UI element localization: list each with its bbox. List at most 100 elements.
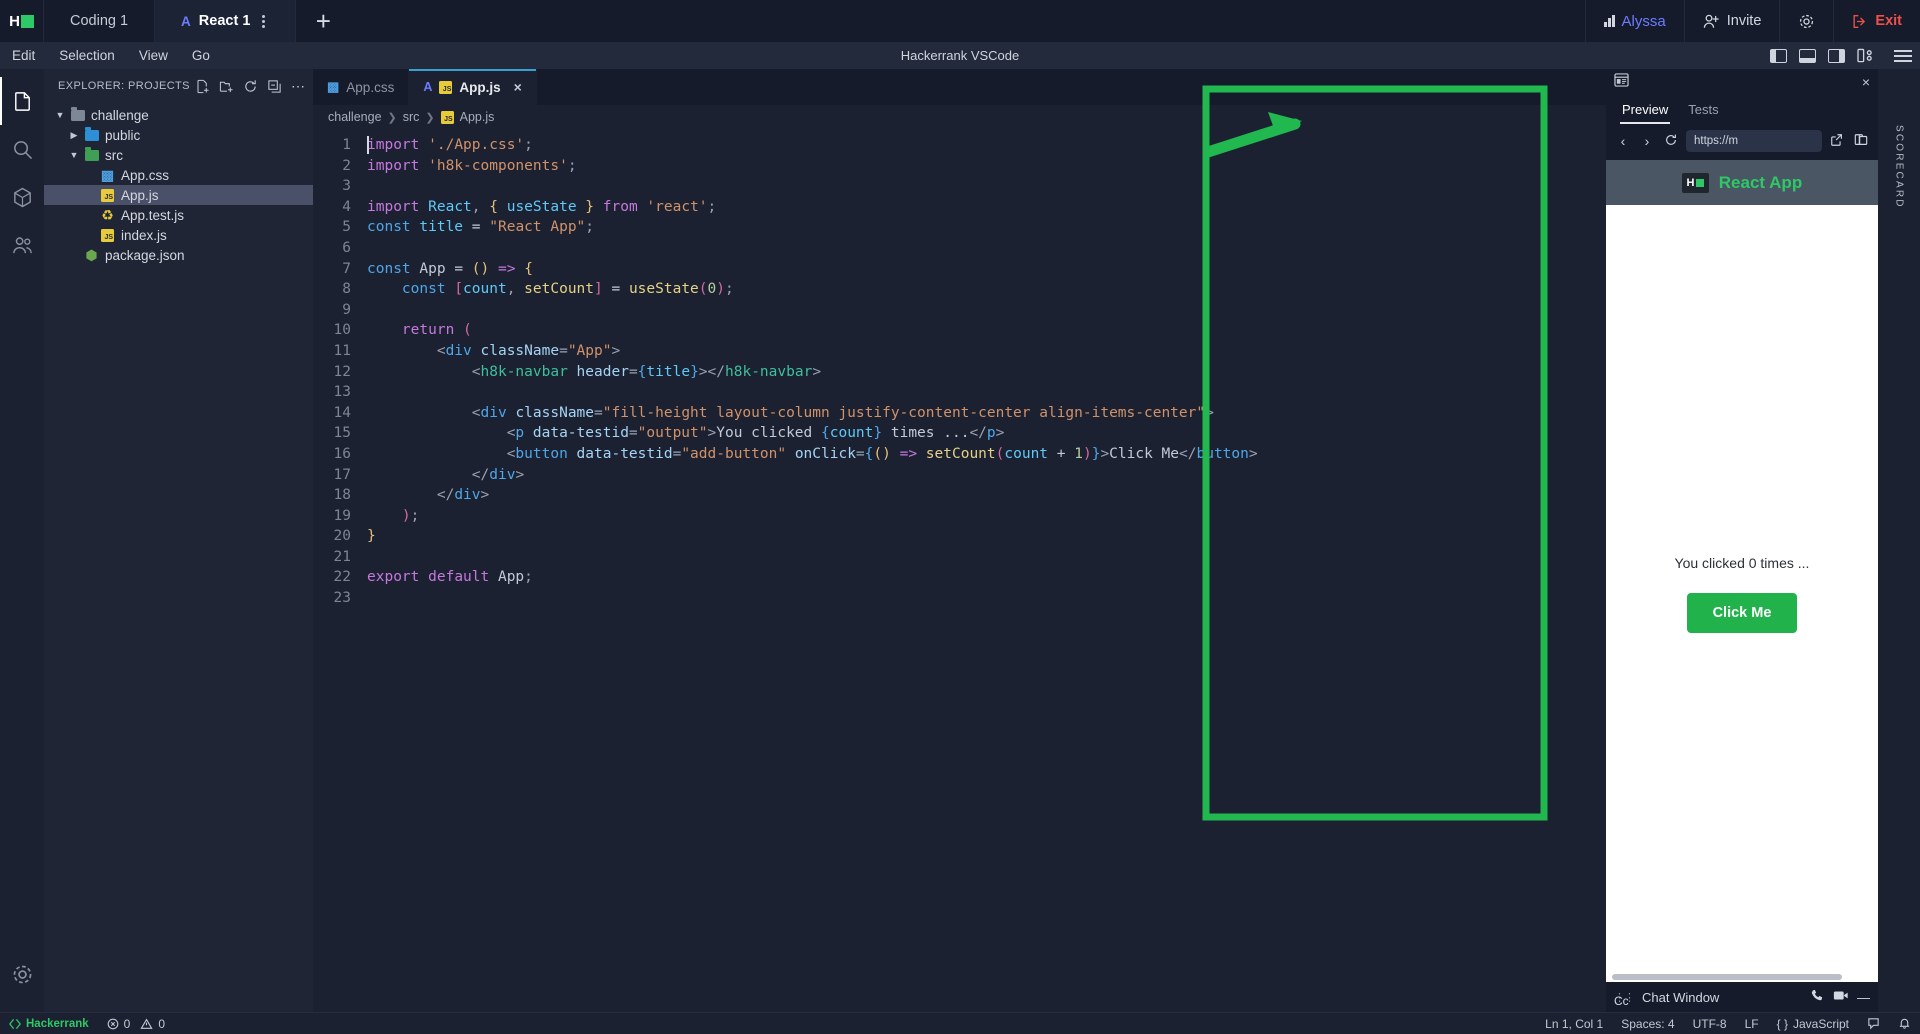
code-token: < — [471, 404, 481, 421]
explorer-header: EXPLORER: PROJECTS ⋯ — [44, 69, 313, 103]
preview-viewport: H React App You clicked 0 times ... Clic… — [1606, 160, 1878, 982]
line-content: <div className="fill-height layout-colum… — [367, 403, 1214, 424]
code-token: title — [646, 363, 691, 380]
menu-item-edit[interactable]: Edit — [0, 42, 47, 69]
top-tab-label: React 1 — [198, 13, 251, 29]
scorecard-label[interactable]: SCORECARD — [1894, 125, 1905, 209]
activity-extensions-icon[interactable] — [0, 173, 44, 221]
tree-item-src[interactable]: ▼ src — [44, 145, 313, 165]
tree-item-app-css[interactable]: ▩ App.css — [44, 165, 313, 185]
refresh-icon[interactable] — [242, 78, 259, 95]
status-indentation[interactable]: Spaces: 4 — [1612, 1017, 1683, 1031]
close-icon[interactable]: × — [514, 79, 522, 95]
tree-item-app-js[interactable]: JS App.js — [44, 185, 313, 205]
code-token: export — [367, 569, 420, 586]
exit-label: Exit — [1875, 13, 1902, 29]
preview-horizontal-scrollbar[interactable] — [1612, 974, 1842, 980]
tab-preview[interactable]: Preview — [1612, 98, 1678, 124]
split-view-icon[interactable] — [1852, 133, 1870, 150]
line-content: </div> — [367, 485, 489, 506]
status-eol[interactable]: LF — [1736, 1017, 1768, 1031]
tab-tests[interactable]: Tests — [1678, 98, 1728, 121]
line-content: import 'h8k-components'; — [367, 156, 577, 177]
tree-item-public[interactable]: ▶ public — [44, 125, 313, 145]
tree-item-label: challenge — [91, 107, 149, 123]
status-encoding[interactable]: UTF-8 — [1684, 1017, 1736, 1031]
menu-item-go[interactable]: Go — [180, 42, 222, 69]
status-bar: Hackerrank 0 0 Ln 1, Col 1 Spaces: 4 UTF… — [0, 1012, 1920, 1034]
more-actions-icon[interactable] — [1886, 49, 1912, 62]
tree-item-package-json[interactable]: ⬢ package.json — [44, 245, 313, 265]
reload-icon[interactable] — [1662, 133, 1680, 150]
line-content: <div className="App"> — [367, 341, 620, 362]
toggle-primary-sidebar-icon[interactable] — [1770, 48, 1787, 63]
toggle-panel-icon[interactable] — [1799, 48, 1816, 63]
status-cursor-position[interactable]: Ln 1, Col 1 — [1536, 1017, 1612, 1031]
line-content: import './App.css'; — [367, 135, 533, 156]
new-file-icon[interactable] — [194, 78, 211, 95]
status-feedback[interactable] — [1858, 1017, 1889, 1030]
click-output-text: You clicked 0 times ... — [1674, 554, 1810, 571]
settings-button[interactable] — [1780, 0, 1835, 42]
status-problems[interactable]: 0 0 — [98, 1017, 174, 1031]
menu-bar: Edit Selection View Go Hackerrank VSCode — [0, 42, 1920, 69]
status-language-mode[interactable]: { } JavaScript — [1768, 1017, 1858, 1031]
line-number: 1 — [342, 137, 351, 153]
menu-item-view[interactable]: View — [127, 42, 180, 69]
editor-tab-app-js[interactable]: A JS App.js × — [409, 69, 537, 105]
tree-item-challenge[interactable]: ▼ challenge — [44, 105, 313, 125]
window-title: Hackerrank VSCode — [900, 48, 1020, 63]
video-icon[interactable] — [1833, 989, 1849, 1005]
code-token: = — [445, 260, 472, 277]
add-tab-button[interactable]: + — [296, 0, 350, 42]
minimize-icon[interactable]: — — [1857, 990, 1870, 1005]
tab-more-icon[interactable] — [258, 14, 269, 28]
collapse-all-icon[interactable] — [266, 78, 283, 95]
explorer-more-icon[interactable]: ⋯ — [290, 78, 307, 95]
top-tab-react-1[interactable]: A React 1 — [155, 0, 297, 42]
code-token: </ — [436, 487, 455, 504]
tree-item-app-test-js[interactable]: ♻ App.test.js — [44, 205, 313, 225]
activity-explorer-icon[interactable] — [0, 77, 44, 125]
activity-search-icon[interactable] — [0, 125, 44, 173]
toggle-secondary-sidebar-icon[interactable] — [1828, 48, 1845, 63]
status-notifications[interactable] — [1889, 1017, 1920, 1030]
customize-layout-icon[interactable] — [1857, 48, 1874, 63]
code-token: > — [515, 466, 525, 483]
invite-button[interactable]: Invite — [1685, 0, 1781, 42]
preview-url[interactable]: https://m — [1686, 130, 1822, 152]
tree-item-label: index.js — [121, 227, 167, 243]
brackets-icon: { } — [1776, 1016, 1788, 1031]
code-token: ) — [1082, 445, 1092, 462]
hackerrank-logo[interactable]: H — [0, 0, 44, 42]
code-token: { — [821, 425, 830, 442]
open-external-icon[interactable] — [1828, 133, 1846, 150]
activity-bar — [0, 69, 44, 1012]
folder-public-icon — [82, 126, 101, 141]
code-token: </ — [1179, 445, 1197, 462]
click-me-button[interactable]: Click Me — [1686, 592, 1798, 633]
close-preview-icon[interactable]: × — [1862, 74, 1870, 90]
status-hackerrank-brand[interactable]: Hackerrank — [0, 1013, 98, 1034]
activity-accounts-icon[interactable] — [0, 221, 44, 269]
new-folder-icon[interactable] — [218, 78, 235, 95]
breadcrumb-src[interactable]: src — [403, 110, 420, 124]
breadcrumb-file[interactable]: App.js — [460, 110, 495, 124]
folder-icon — [68, 106, 87, 121]
hackerrank-logo-small: H — [1681, 172, 1709, 193]
activity-manage-gear-icon[interactable] — [0, 950, 44, 998]
tree-item-index-js[interactable]: JS index.js — [44, 225, 313, 245]
editor-tab-app-css[interactable]: ▩ App.css — [313, 69, 410, 105]
line-content: ); — [367, 506, 419, 527]
back-icon[interactable]: ‹ — [1614, 133, 1632, 149]
menu-item-selection[interactable]: Selection — [47, 42, 127, 69]
breadcrumb-challenge[interactable]: challenge — [328, 110, 382, 124]
exit-button[interactable]: Exit — [1834, 0, 1920, 42]
top-tab-coding-1[interactable]: Coding 1 — [44, 0, 156, 42]
phone-icon[interactable] — [1810, 988, 1825, 1006]
forward-icon[interactable]: › — [1638, 133, 1656, 149]
user-status[interactable]: Alyssa — [1586, 0, 1685, 42]
